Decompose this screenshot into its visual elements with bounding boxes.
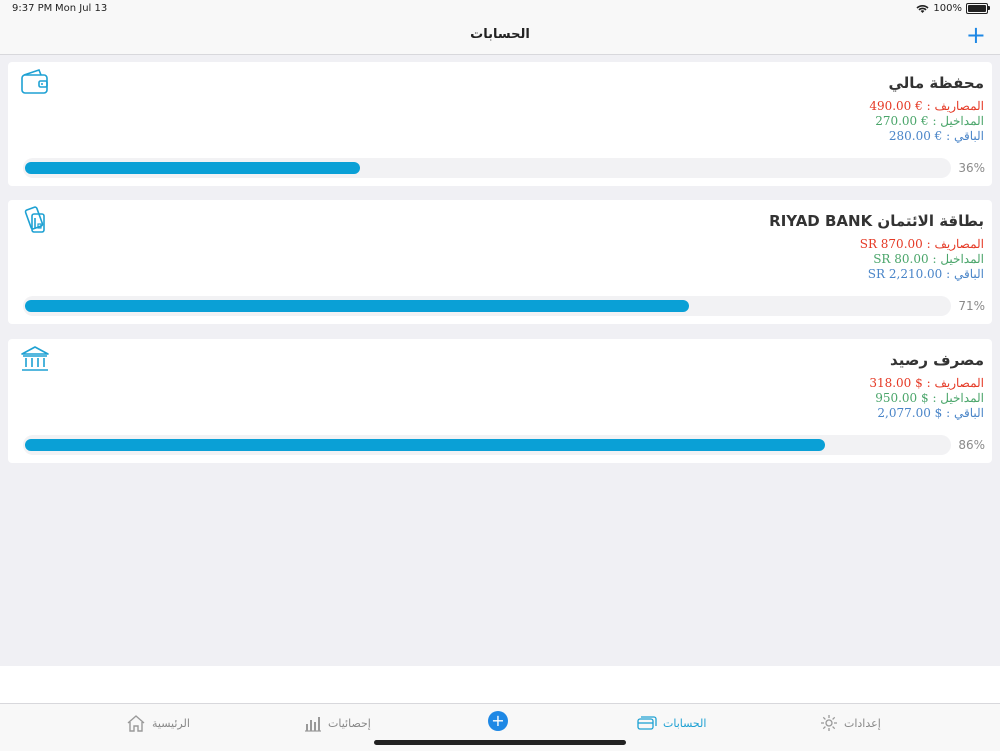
account-income: المداخيل : $ 950.00 (875, 391, 984, 405)
battery-icon (966, 3, 990, 14)
home-icon (127, 715, 145, 732)
progress-track (23, 296, 951, 316)
account-name: مصرف رصيد (890, 351, 984, 369)
progress-percent: 71% (958, 299, 985, 313)
account-remaining: الباقي : $ 2,077.00 (877, 406, 984, 420)
wifi-icon (916, 4, 929, 13)
account-expenses: المصاريف : SR 870.00 (859, 237, 984, 251)
progress-fill (25, 162, 360, 174)
battery-percent: 100% (933, 3, 962, 14)
progress-track (23, 435, 951, 455)
progress-track (23, 158, 951, 178)
account-expenses: المصاريف : € 490.00 (869, 99, 984, 113)
account-remaining: الباقي : SR 2,210.00 (867, 267, 984, 281)
tab-home-label: الرئيسية (152, 716, 190, 730)
empty-area (0, 666, 1000, 703)
progress-fill (25, 300, 689, 312)
gear-icon (821, 715, 837, 731)
cards-icon (637, 716, 657, 730)
account-income: المداخيل : SR 80.00 (873, 252, 984, 266)
wallet-icon (21, 69, 48, 94)
account-card[interactable]: محفظة مالي المصاريف : € 490.00 المداخيل … (8, 62, 992, 186)
add-transaction-button[interactable]: + (488, 711, 508, 731)
status-bar: 9:37 PM Mon Jul 13 100% (0, 0, 1000, 18)
status-time: 9:37 PM (12, 3, 53, 14)
tab-settings[interactable]: إعدادات (820, 713, 881, 733)
tab-home[interactable]: الرئيسية (126, 713, 190, 733)
tab-stats-label: إحصائيات (328, 716, 371, 730)
page-title: الحسابات (470, 27, 530, 42)
account-income: المداخيل : € 270.00 (875, 114, 984, 128)
account-name: بطاقة الائتمان RIYAD BANK (769, 212, 984, 230)
tab-settings-label: إعدادات (844, 716, 881, 730)
bank-icon (21, 346, 49, 371)
account-name: محفظة مالي (888, 74, 984, 92)
add-account-button[interactable]: + (966, 22, 986, 48)
bar-chart-icon (305, 717, 321, 732)
progress-fill (25, 439, 825, 451)
account-expenses: المصاريف : $ 318.00 (869, 376, 984, 390)
home-indicator (374, 740, 626, 745)
account-remaining: الباقي : € 280.00 (888, 129, 984, 143)
tab-stats[interactable]: إحصائيات (304, 713, 371, 733)
account-card[interactable]: بطاقة الائتمان RIYAD BANK المصاريف : SR … (8, 200, 992, 324)
tab-accounts-label: الحسابات (663, 716, 707, 730)
status-date: Mon Jul 13 (55, 3, 108, 14)
status-right: 100% (916, 3, 990, 14)
tab-accounts[interactable]: الحسابات (637, 713, 706, 733)
progress-percent: 36% (958, 161, 985, 175)
account-card[interactable]: مصرف رصيد المصاريف : $ 318.00 المداخيل :… (8, 339, 992, 463)
credit-card-icon (24, 206, 45, 233)
navigation-bar: الحسابات + (0, 18, 1000, 55)
progress-percent: 86% (958, 438, 985, 452)
